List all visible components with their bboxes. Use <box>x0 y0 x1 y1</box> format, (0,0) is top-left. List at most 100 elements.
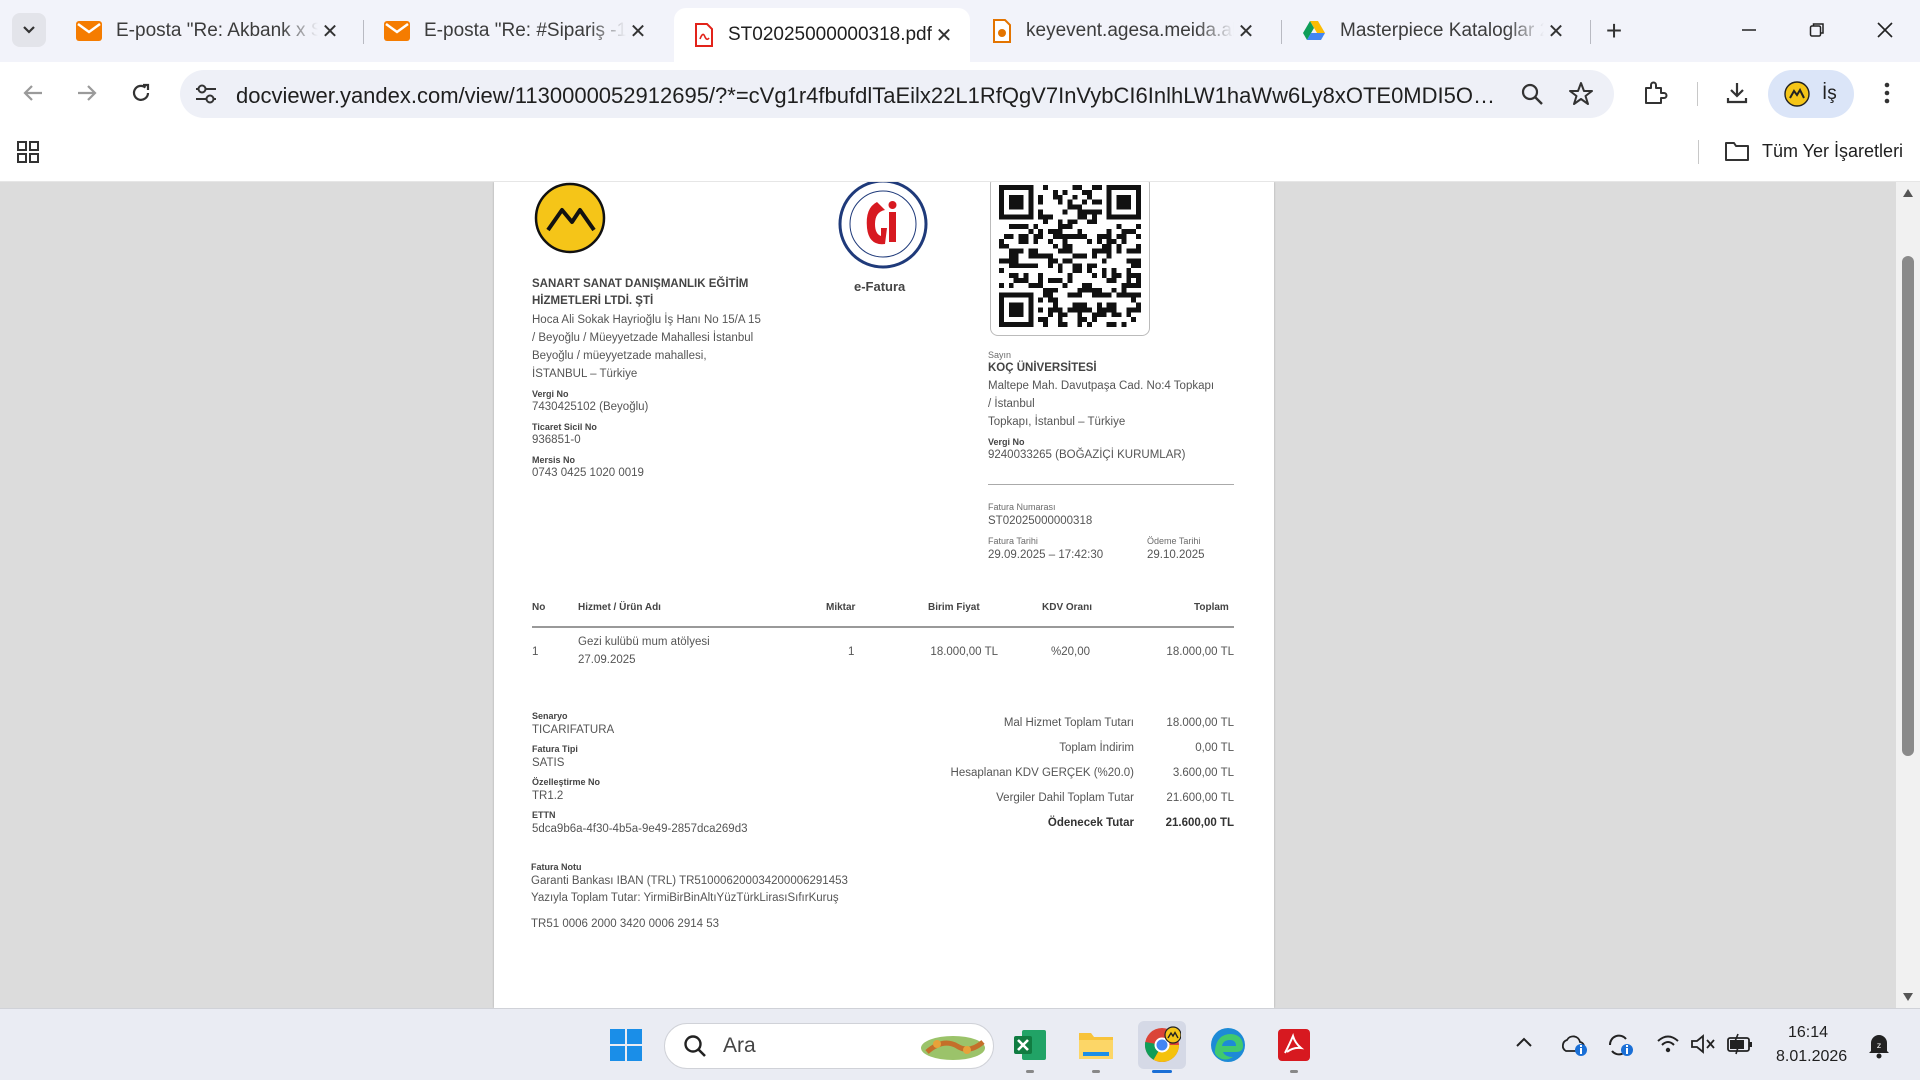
close-icon[interactable]: ✕ <box>932 23 956 47</box>
close-icon[interactable]: ✕ <box>1234 19 1258 43</box>
restore-icon <box>1809 23 1824 37</box>
total-payable-value: 21.600,00 TL <box>1165 817 1234 829</box>
total-label: Toplam İndirim <box>1059 742 1134 754</box>
kebab-menu-icon <box>1884 82 1890 104</box>
file-explorer-taskbar-button[interactable] <box>1072 1021 1120 1073</box>
notification-bell-icon[interactable]: z <box>1866 1031 1892 1059</box>
arrow-left-icon <box>23 85 42 101</box>
seller-mersis-label: Mersis No <box>532 455 576 465</box>
wifi-icon[interactable] <box>1656 1033 1680 1055</box>
apps-grid-icon <box>17 141 39 163</box>
gib-seal-icon <box>838 182 928 269</box>
tab-search-button[interactable] <box>12 13 46 47</box>
qr-code-icon <box>999 185 1141 327</box>
zoom-icon[interactable] <box>1520 82 1544 106</box>
close-icon[interactable]: ✕ <box>318 19 342 43</box>
fatura-notu-label: Fatura Notu <box>531 862 582 872</box>
row-toplam: 18.000,00 TL <box>1166 646 1234 658</box>
pdf-icon <box>695 23 713 47</box>
tab-keyevent[interactable]: keyevent.agesa.meida.ak ✕ <box>972 8 1272 54</box>
vertical-scrollbar[interactable] <box>1896 182 1920 1008</box>
profile-label: İş <box>1822 83 1837 104</box>
site-settings-icon[interactable] <box>194 83 218 105</box>
taskbar-search[interactable]: Ara <box>664 1023 994 1069</box>
minimize-button[interactable] <box>1714 0 1784 60</box>
row-kdv: %20,00 <box>1050 646 1090 658</box>
col-header-hizmet: Hizmet / Ürün Adı <box>578 602 661 613</box>
scrollbar-thumb[interactable] <box>1902 256 1914 756</box>
bookmark-star-icon[interactable] <box>1568 81 1594 107</box>
folder-icon <box>1079 1033 1113 1059</box>
col-header-toplam: Toplam <box>1194 602 1229 613</box>
reload-icon <box>132 83 150 101</box>
search-placeholder: Ara <box>723 1034 756 1057</box>
close-window-button[interactable] <box>1850 0 1920 60</box>
ettn-label: ETTN <box>532 810 556 820</box>
qr-code <box>990 182 1150 336</box>
seller-mersis-value: 0743 0425 1020 0019 <box>532 467 644 479</box>
acrobat-taskbar-button[interactable] <box>1270 1021 1318 1073</box>
close-icon[interactable]: ✕ <box>1544 19 1568 43</box>
tab-drive-masterpiece[interactable]: Masterpiece Kataloglar 2 ✕ <box>1282 8 1582 54</box>
table-header-rule <box>532 626 1234 628</box>
restore-button[interactable] <box>1782 0 1852 60</box>
odeme-tarihi-label: Ödeme Tarihi <box>1147 536 1201 546</box>
close-icon[interactable]: ✕ <box>626 19 650 43</box>
address-bar[interactable]: docviewer.yandex.com/view/11300000529126… <box>180 70 1614 118</box>
browser-toolbar: docviewer.yandex.com/view/11300000529126… <box>0 62 1920 126</box>
system-clock[interactable]: 16:14 8.01.2026 <box>1776 1021 1847 1069</box>
svg-text:z: z <box>1877 1041 1881 1050</box>
row-name: Gezi kulübü mum atölyesi <box>578 636 710 648</box>
total-value: 21.600,00 TL <box>1166 792 1234 804</box>
tab-gmail-akbank[interactable]: E-posta "Re: Akbank x Stu ✕ <box>56 8 356 54</box>
odeme-tarihi-value: 29.10.2025 <box>1147 549 1205 561</box>
chevron-up-icon[interactable] <box>1514 1033 1534 1053</box>
profile-button[interactable]: İş <box>1768 70 1854 118</box>
search-icon <box>684 1035 706 1057</box>
tab-strip: E-posta "Re: Akbank x Stu ✕ E-posta "Re:… <box>0 0 1920 62</box>
bookmarks-divider <box>1698 140 1699 164</box>
tab-pdf-active[interactable]: ST02025000000318.pdf ✕ <box>674 8 970 62</box>
apps-button[interactable] <box>16 140 40 169</box>
volume-muted-icon[interactable] <box>1690 1033 1716 1055</box>
extensions-button[interactable] <box>1634 72 1676 114</box>
buyer-address-line: / İstanbul <box>988 398 1035 410</box>
tab-title: ST02025000000318.pdf <box>728 24 932 45</box>
seller-vergi-value: 7430425102 (Beyoğlu) <box>532 401 649 413</box>
new-tab-button[interactable]: + <box>1598 15 1630 47</box>
windows-taskbar: Ara 16:14 8.01.2026 z <box>0 1008 1920 1080</box>
clock-time: 16:14 <box>1787 1024 1828 1041</box>
edge-taskbar-button[interactable] <box>1204 1021 1252 1069</box>
scroll-down-icon[interactable] <box>1902 992 1914 1002</box>
tab-gmail-siparis[interactable]: E-posta "Re: #Sipariş -13 ✕ <box>364 8 664 54</box>
menu-button[interactable] <box>1866 72 1908 114</box>
sync-icon[interactable] <box>1606 1033 1634 1057</box>
chevron-down-icon <box>23 26 35 34</box>
all-bookmarks-label: Tüm Yer İşaretleri <box>1762 140 1904 161</box>
seller-address-line: / Beyoğlu / Müeyyetzade Mahallesi İstanb… <box>532 332 754 344</box>
total-label: Hesaplanan KDV GERÇEK (%20.0) <box>950 767 1134 779</box>
start-button[interactable] <box>602 1021 650 1069</box>
gmail-icon <box>384 21 410 41</box>
minimize-icon <box>1742 29 1756 31</box>
url-text[interactable]: docviewer.yandex.com/view/11300000529126… <box>236 83 1504 109</box>
windows-logo-icon <box>610 1029 642 1061</box>
chrome-taskbar-button[interactable] <box>1138 1021 1186 1073</box>
excel-taskbar-button[interactable] <box>1006 1021 1054 1073</box>
slides-icon <box>993 19 1011 43</box>
battery-charging-icon[interactable] <box>1726 1033 1754 1055</box>
scroll-up-icon[interactable] <box>1902 188 1914 198</box>
back-button[interactable] <box>12 72 54 114</box>
toolbar-divider <box>1697 82 1698 106</box>
col-header-kdv: KDV Oranı <box>1042 602 1093 613</box>
fatura-notu-line: Yazıyla Toplam Tutar: YirmiBirBinAltıYüz… <box>531 892 839 904</box>
all-bookmarks-button[interactable]: Tüm Yer İşaretleri <box>1724 140 1903 162</box>
seller-address-line: Hoca Ali Sokak Hayrioğlu İş Hanı No 15/A… <box>532 314 761 326</box>
downloads-button[interactable] <box>1716 72 1758 114</box>
buyer-sayin-label: Sayın <box>988 350 1012 360</box>
seller-address-line: Beyoğlu / müeyyetzade mahallesi, <box>532 350 707 362</box>
reload-button[interactable] <box>120 72 162 114</box>
acrobat-icon <box>1278 1029 1310 1061</box>
forward-button[interactable] <box>66 72 108 114</box>
onedrive-info-icon[interactable] <box>1560 1033 1588 1057</box>
